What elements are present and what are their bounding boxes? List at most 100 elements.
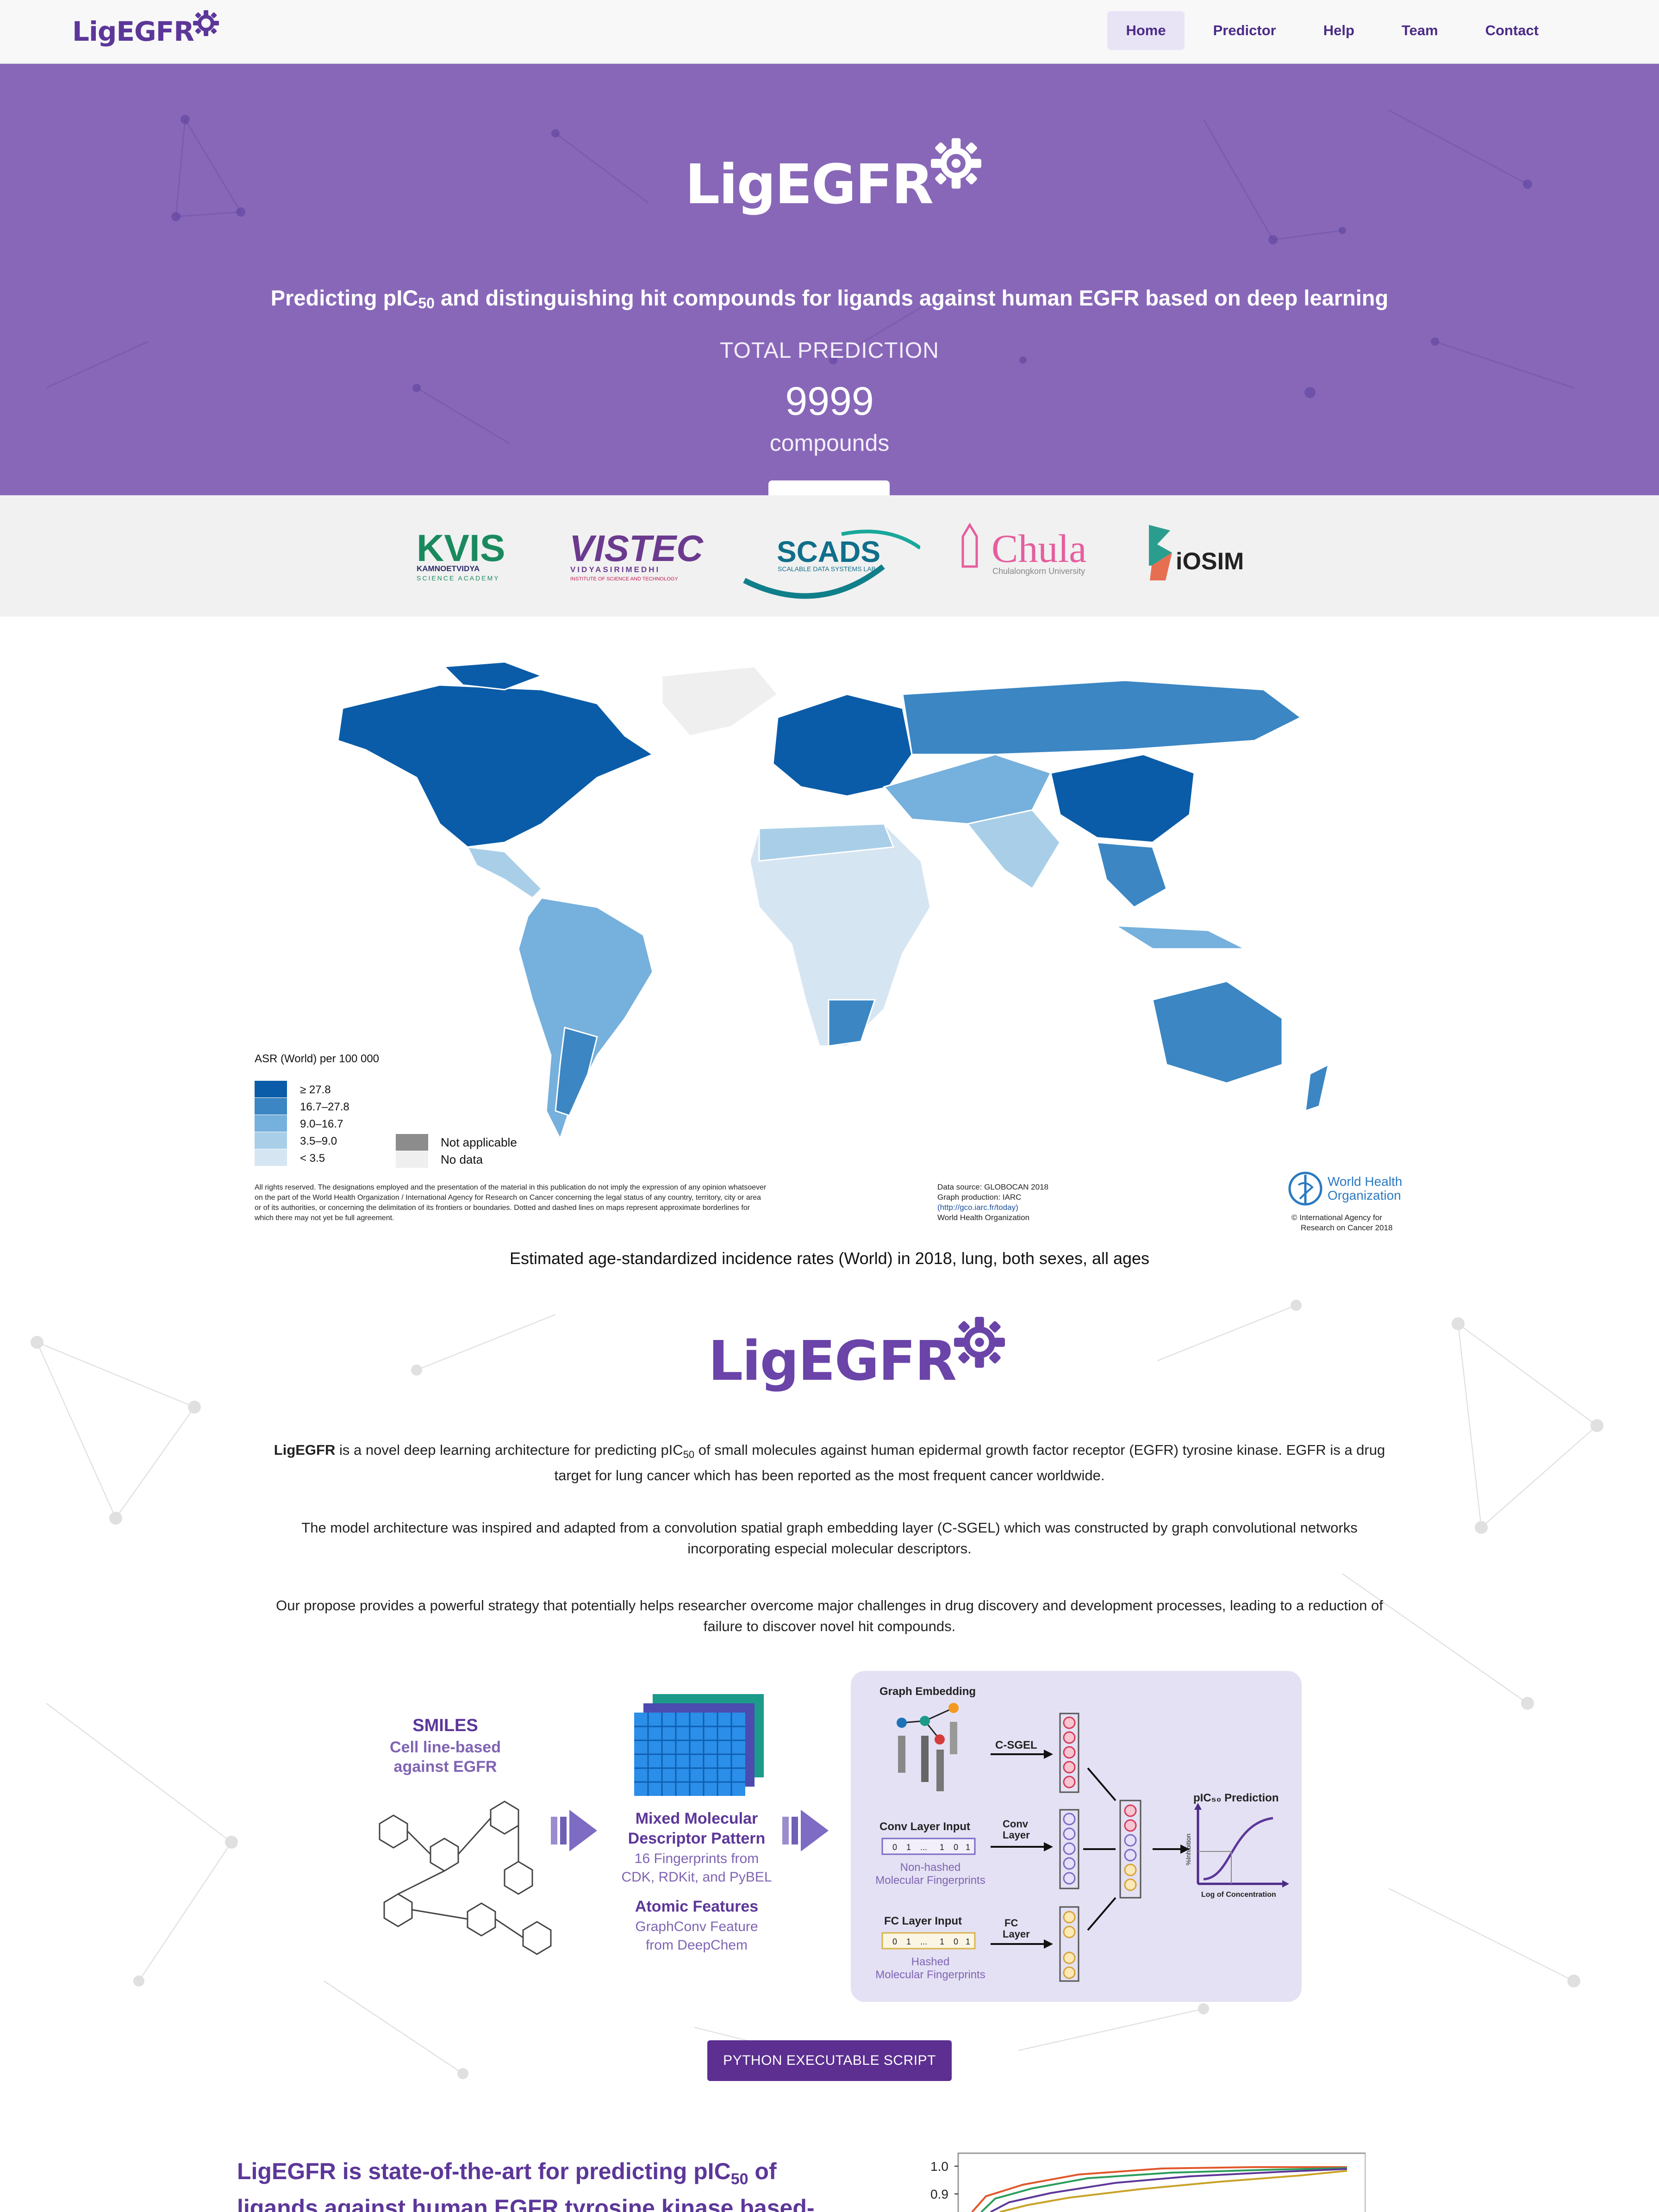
hero-banner: LigEGFR Predicting pIC50 and distinguish…: [0, 64, 1659, 495]
map-new-zealand: [1304, 1063, 1330, 1112]
map-south-asia: [966, 809, 1061, 890]
hero-logo: LigEGFR: [685, 110, 981, 258]
svg-text:Chulalongkorn University: Chulalongkorn University: [992, 567, 1085, 576]
navbar: LigEGFR Home Predictor Help Team Contact: [0, 0, 1659, 64]
svg-text:on the part of the World Healt: on the part of the World Health Organiza…: [255, 1194, 761, 1202]
svg-text:Hashed: Hashed: [911, 1956, 950, 1968]
svg-text:iOSIM: iOSIM: [1176, 548, 1244, 575]
map-europe: [772, 693, 913, 797]
svg-text:All rights reserved. The desig: All rights reserved. The designations em…: [255, 1184, 767, 1191]
svg-text:GraphConv Feature: GraphConv Feature: [635, 1919, 758, 1934]
legend-swatch-4: [255, 1132, 287, 1149]
svg-text:Organization: Organization: [1328, 1188, 1401, 1203]
svg-text:%Inhibition: %Inhibition: [1185, 1834, 1192, 1866]
legend-swatch-1: [255, 1081, 287, 1097]
svg-text:Log of Concentration: Log of Concentration: [1201, 1891, 1276, 1899]
hero-tagline: Predicting pIC50 and distinguishing hit …: [270, 286, 1389, 312]
map-australia: [1152, 980, 1283, 1084]
svg-text:CDK, RDKit, and PyBEL: CDK, RDKit, and PyBEL: [621, 1869, 772, 1885]
nav-predictor[interactable]: Predictor: [1195, 11, 1295, 50]
svg-text:or of its authorities, or conc: or of its authorities, or concerning the…: [255, 1204, 750, 1212]
svg-text:0: 0: [954, 1937, 958, 1946]
svg-text:Layer: Layer: [1003, 1829, 1030, 1841]
legend-swatch-no-data: [396, 1151, 428, 1168]
model-architecture-figure: SMILES Cell line-based against EGFR Mixe…: [379, 1671, 1302, 2002]
svg-text:Not applicable: Not applicable: [441, 1135, 517, 1149]
svg-text:SCIENCE ACADEMY: SCIENCE ACADEMY: [417, 574, 500, 582]
svg-text:pIC₅₀ Prediction: pIC₅₀ Prediction: [1193, 1792, 1279, 1804]
model-panel: [851, 1671, 1302, 2002]
legend-swatch-5: [255, 1149, 287, 1166]
svg-text:0: 0: [954, 1843, 958, 1852]
svg-text:9.0–16.7: 9.0–16.7: [300, 1118, 343, 1130]
svg-text:against EGFR: against EGFR: [394, 1758, 497, 1776]
svg-text:Cell line-based: Cell line-based: [390, 1738, 501, 1756]
chula-logo[interactable]: Chula Chulalongkorn University: [949, 511, 1097, 599]
svg-text:1: 1: [906, 1843, 911, 1852]
descriptor-matrix-icon: [634, 1694, 764, 1796]
svg-text:SMILES: SMILES: [412, 1716, 478, 1735]
total-prediction-label: TOTAL PREDICTION: [720, 338, 939, 363]
svg-text:No data: No data: [441, 1153, 483, 1166]
svg-text:from DeepChem: from DeepChem: [646, 1938, 748, 1953]
svg-text:INSTITUTE OF SCIENCE AND TECHN: INSTITUTE OF SCIENCE AND TECHNOLOGY: [570, 576, 678, 582]
svg-text:KVIS: KVIS: [417, 527, 505, 569]
map-china: [1050, 754, 1195, 843]
svg-text:0: 0: [892, 1843, 897, 1852]
legend-swatch-not-applicable: [396, 1134, 428, 1151]
section-heading: LigEGFR is state-of-the-art for predicti…: [237, 2158, 815, 2212]
nav-contact[interactable]: Contact: [1467, 11, 1557, 50]
partner-logos: KVIS KAMNOETVIDYA SCIENCE ACADEMY VISTEC…: [0, 495, 1659, 617]
nav-help[interactable]: Help: [1305, 11, 1373, 50]
biosim-logo[interactable]: iOSIM: [1143, 511, 1254, 599]
vistec-logo[interactable]: VISTEC VIDYASIRIMEDHI INSTITUTE OF SCIEN…: [567, 511, 715, 599]
svg-text:Graph Embedding: Graph Embedding: [879, 1685, 976, 1698]
svg-text:1: 1: [940, 1937, 944, 1946]
legend-swatch-3: [255, 1115, 287, 1132]
nav-team[interactable]: Team: [1383, 11, 1457, 50]
legend-swatch-2: [255, 1098, 287, 1115]
svg-text:Mixed Molecular: Mixed Molecular: [636, 1810, 758, 1827]
predict-now-button[interactable]: Predict Now: [768, 480, 890, 495]
brand-logo[interactable]: LigEGFR: [72, 8, 219, 55]
svg-text:Descriptor Pattern: Descriptor Pattern: [628, 1830, 766, 1847]
python-script-button[interactable]: PYTHON EXECUTABLE SCRIPT: [707, 2040, 952, 2081]
map-central-america: [466, 846, 543, 899]
lung-cancer-incidence-map: ASR (World) per 100 000 ≥ 27.8 16.7–27.8…: [245, 648, 1416, 1236]
svg-text:16 Fingerprints from: 16 Fingerprints from: [635, 1851, 759, 1866]
svg-text:Conv Layer Input: Conv Layer Input: [879, 1820, 970, 1833]
svg-text:1: 1: [966, 1843, 970, 1852]
molecule-structure-icon: [379, 1801, 552, 1955]
svg-text:Molecular Fingerprints: Molecular Fingerprints: [875, 1874, 985, 1887]
about-paragraph-3: Our propose provides a powerful strategy…: [276, 1597, 1383, 1634]
about-wordmark: LigEGFR: [708, 1329, 957, 1393]
about-paragraph-1: LigEGFR is a novel deep learning archite…: [274, 1442, 1385, 1484]
svg-text:< 3.5: < 3.5: [300, 1152, 325, 1165]
nav-home[interactable]: Home: [1107, 11, 1185, 50]
svg-text:...: ...: [920, 1937, 927, 1946]
svg-text:Research on Cancer 2018: Research on Cancer 2018: [1301, 1223, 1392, 1232]
svg-text:SCALABLE DATA SYSTEMS LAB: SCALABLE DATA SYSTEMS LAB: [778, 565, 876, 573]
svg-text:Data source: GLOBOCAN 2018: Data source: GLOBOCAN 2018: [937, 1183, 1048, 1191]
svg-text:3.5–9.0: 3.5–9.0: [300, 1135, 337, 1147]
map-russia: [902, 679, 1302, 755]
scads-logo[interactable]: SCADS SCALABLE DATA SYSTEMS LAB: [735, 511, 920, 599]
svg-text:(http://gco.iarc.fr/today): (http://gco.iarc.fr/today): [937, 1203, 1018, 1212]
svg-text:SCADS: SCADS: [777, 535, 880, 568]
map-southeast-asia: [1096, 841, 1167, 908]
brand-wordmark: LigEGFR: [72, 16, 194, 47]
svg-text:0.9: 0.9: [930, 2187, 948, 2201]
roc-curve-chart: 1.0 0.9: [930, 2152, 1366, 2212]
svg-text:KAMNOETVIDYA: KAMNOETVIDYA: [417, 564, 480, 573]
svg-text:Graph production: IARC: Graph production: IARC: [937, 1193, 1021, 1202]
kvis-logo[interactable]: KVIS KAMNOETVIDYA SCIENCE ACADEMY: [412, 511, 523, 599]
svg-text:1: 1: [940, 1843, 944, 1852]
gear-icon: [931, 138, 981, 189]
who-logo: [1288, 1171, 1322, 1206]
map-caption: Estimated age-standardized incidence rat…: [509, 1249, 1150, 1268]
map-south-america: [518, 897, 654, 1140]
svg-text:1: 1: [966, 1937, 970, 1946]
svg-text:which there may not yet be ful: which there may not yet be full agreemen…: [254, 1214, 394, 1222]
total-prediction-unit: compounds: [769, 430, 890, 456]
svg-text:Chula: Chula: [992, 526, 1086, 571]
